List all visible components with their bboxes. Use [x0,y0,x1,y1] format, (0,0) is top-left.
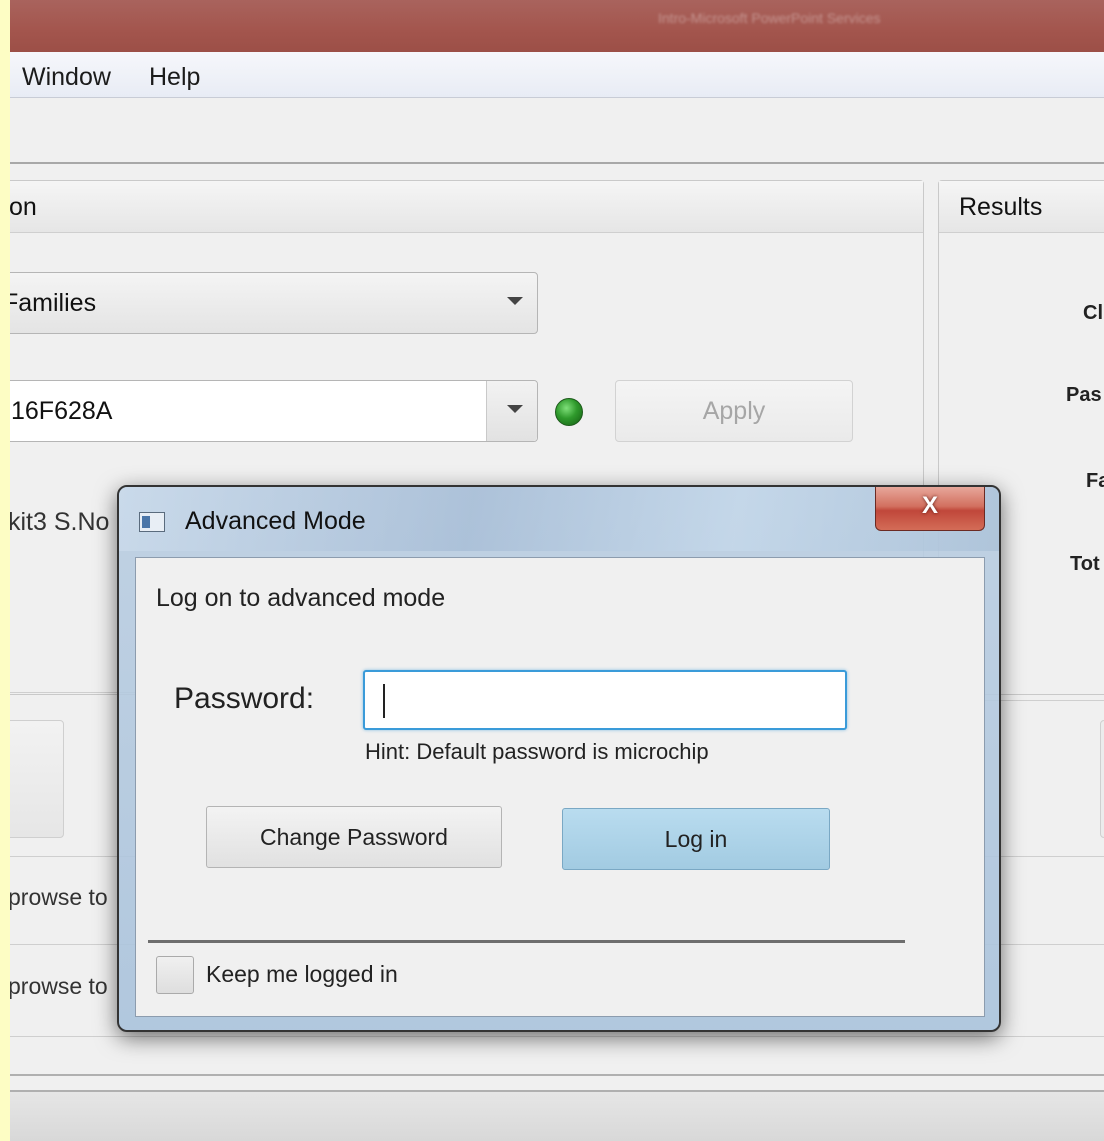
text-caret [383,684,385,718]
apply-button-label: Apply [702,397,766,425]
keep-logged-in-checkbox[interactable] [156,956,194,994]
status-divider [10,1074,1104,1076]
window-titlebar: Intro-Microsoft PowerPoint Services [10,0,1104,52]
change-password-button[interactable]: Change Password [206,806,502,868]
menu-bar: Window Help [10,52,1104,98]
status-led-icon [555,398,583,426]
results-panel-header: Results [939,181,1104,233]
browse-file-link[interactable]: prowse to [10,973,108,1000]
row-divider [10,1036,1104,1037]
read-button[interactable] [10,720,64,838]
window-icon [139,512,165,532]
device-family-value: Families [10,289,97,317]
device-family-select[interactable]: Families [10,272,538,334]
close-button[interactable]: X [875,487,985,531]
tool-select-value[interactable]: kit3 S.No [10,508,109,537]
device-value: 16F628A [11,397,113,425]
dialog-body: Log on to advanced mode Password: Hint: … [135,557,985,1017]
toolbar [10,98,1104,164]
results-label-failed: Fa [1086,470,1104,492]
results-label-passed: Pas [1066,384,1102,406]
device-select[interactable]: 16F628A [10,380,538,442]
chevron-down-icon [507,297,523,305]
login-button-label: Log in [664,826,728,852]
results-label-total: Tot [1070,553,1100,575]
configuration-panel-title: on [10,193,37,221]
configuration-panel-header: on [10,181,923,233]
dialog-separator [148,940,905,943]
password-hint: Hint: Default password is microchip [365,739,709,764]
chevron-down-icon [507,405,523,413]
dialog-heading: Log on to advanced mode [156,584,446,612]
browse-hex-link[interactable]: prowse to [10,884,108,911]
advanced-mode-dialog: Advanced Mode X Log on to advanced mode … [117,485,1001,1032]
combo-divider [486,381,487,441]
keep-logged-in-label[interactable]: Keep me logged in [206,961,398,988]
results-button[interactable] [1100,720,1104,838]
menu-help[interactable]: Help [149,63,200,92]
window-title: Intro-Microsoft PowerPoint Services [658,10,881,26]
dialog-title: Advanced Mode [185,507,366,535]
status-bar [10,1090,1104,1141]
change-password-label: Change Password [260,824,448,850]
password-label: Password: [174,682,315,715]
close-icon: X [921,492,938,519]
results-panel-title: Results [959,193,1043,221]
login-button[interactable]: Log in [562,808,830,870]
apply-button[interactable]: Apply [615,380,853,442]
results-label-checksum: Cl [1083,302,1103,324]
password-input[interactable] [363,670,847,730]
menu-window[interactable]: Window [22,63,111,92]
